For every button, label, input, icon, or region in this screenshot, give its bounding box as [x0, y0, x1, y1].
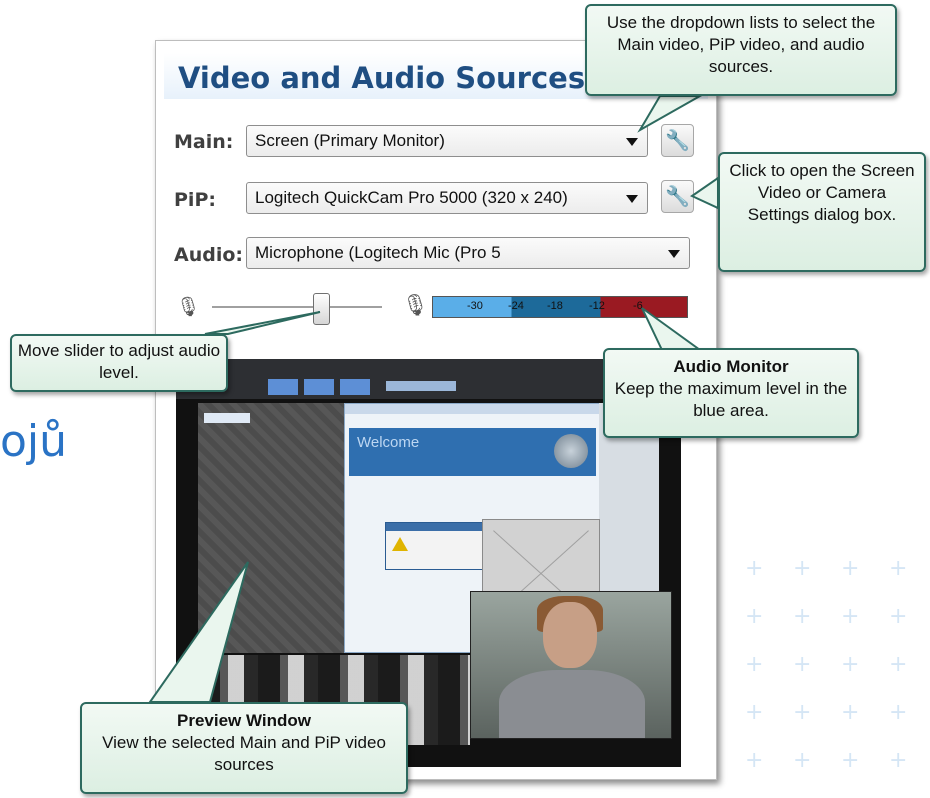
- audio-monitor-callout-tail: [641, 307, 704, 351]
- settings-callout-text: Click to open the Screen Video or Camera…: [729, 161, 915, 224]
- preview-callout-tail: [148, 561, 249, 703]
- dropdown-callout: Use the dropdown lists to select the Mai…: [585, 4, 897, 96]
- audio-monitor-callout: Audio Monitor Keep the maximum level in …: [603, 348, 859, 438]
- preview-callout-text: View the selected Main and PiP video sou…: [102, 732, 386, 774]
- dropdown-callout-text: Use the dropdown lists to select the Mai…: [606, 13, 876, 76]
- settings-callout: Click to open the Screen Video or Camera…: [718, 152, 926, 272]
- dropdown-callout-tail: [637, 95, 704, 133]
- slider-callout: Move slider to adjust audio level.: [10, 334, 228, 392]
- preview-callout-title: Preview Window: [177, 711, 311, 730]
- slider-callout-tail: [204, 311, 321, 335]
- audio-monitor-callout-text: Keep the maximum level in the blue area.: [614, 378, 848, 420]
- preview-callout: Preview Window View the selected Main an…: [80, 702, 408, 794]
- slider-callout-text: Move slider to adjust audio level.: [17, 341, 221, 382]
- settings-callout-tail: [689, 176, 719, 210]
- audio-monitor-callout-title: Audio Monitor: [673, 357, 789, 376]
